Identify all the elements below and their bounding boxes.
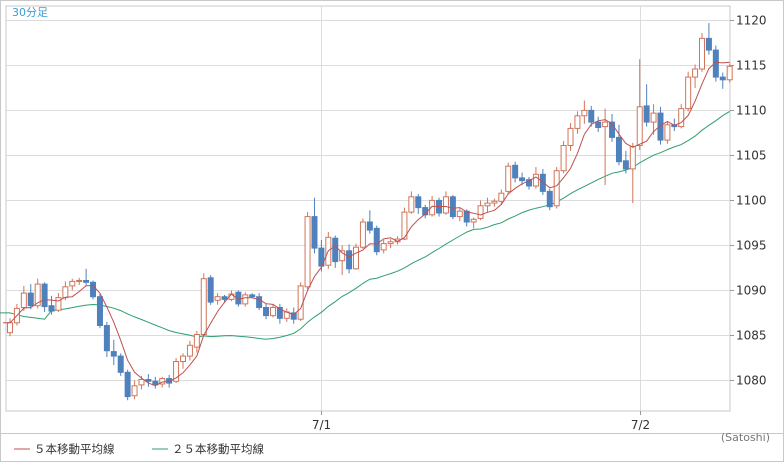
candle-body-up xyxy=(553,170,560,207)
candle-body-up xyxy=(650,112,657,123)
candle-body-up xyxy=(76,280,83,282)
candle-body-down xyxy=(415,196,422,209)
candle-body-up xyxy=(560,145,567,172)
candle-body-up xyxy=(214,296,221,301)
y-tick-label: 1100 xyxy=(736,194,767,208)
candle-body-down xyxy=(90,281,97,298)
candle-body-up xyxy=(567,127,574,146)
candle-body-up xyxy=(69,280,76,287)
credit-label: (Satoshi) xyxy=(721,431,770,444)
candle-body-up xyxy=(186,344,193,357)
plot-area xyxy=(5,5,731,412)
candle-body-up xyxy=(200,278,207,336)
candlestick-chart: 1080 1085 1090 1095 1100 1105 1110 1115 1120 7/1… xyxy=(0,0,784,462)
y-tick-label: 1080 xyxy=(736,374,767,388)
y-tick-label: 1115 xyxy=(736,59,767,73)
candle-body-up xyxy=(602,121,609,128)
candle-body-up xyxy=(699,37,705,70)
candle-body-down xyxy=(83,280,90,283)
candle-body-down xyxy=(145,379,152,382)
candle-body-up xyxy=(7,322,13,334)
candle-body-down xyxy=(546,190,553,208)
candle-body-down xyxy=(249,294,256,298)
y-tick-label: 1090 xyxy=(736,284,767,298)
candle-body-up xyxy=(574,115,581,129)
y-axis: 1080 1085 1090 1095 1100 1105 1110 1115 1120 xyxy=(730,14,767,388)
candle-body-up xyxy=(629,145,636,170)
candle-body-down xyxy=(463,210,470,223)
x-tick-label: 7/1 xyxy=(312,418,331,432)
candle-body-down xyxy=(705,37,712,51)
candle-body-down xyxy=(110,351,117,357)
candle-body-up xyxy=(685,76,692,110)
candle-body-down xyxy=(512,164,519,179)
candle-body-up xyxy=(442,196,449,214)
y-tick-label: 1120 xyxy=(736,14,767,28)
chart-container: 1080 1085 1090 1095 1100 1105 1110 1115 1120 7/1… xyxy=(0,0,784,462)
y-tick-label: 1095 xyxy=(736,239,767,253)
candle-body-up xyxy=(664,124,671,141)
candle-body-down xyxy=(41,283,48,308)
candle-body-down xyxy=(332,237,339,263)
candle-body-down xyxy=(449,196,456,218)
candle-body-up xyxy=(62,286,69,299)
candle-body-down xyxy=(256,296,263,309)
candle-body-up xyxy=(636,106,643,147)
candle-body-up xyxy=(498,192,505,202)
y-tick-label: 1105 xyxy=(736,149,767,163)
candle-body-up xyxy=(581,109,588,117)
candle-body-down xyxy=(117,355,124,373)
candle-body-down xyxy=(346,250,353,270)
candle-body-up xyxy=(353,246,359,270)
legend-ma5-label: ５本移動平均線 xyxy=(34,442,115,456)
candle-body-up xyxy=(131,385,138,397)
candle-body-down xyxy=(96,296,103,327)
candle-body-up xyxy=(408,196,415,213)
candle-body-up xyxy=(387,241,394,245)
candle-body-down xyxy=(615,136,622,163)
candle-body-up xyxy=(692,68,699,78)
candle-body-up xyxy=(505,165,512,192)
candle-body-down xyxy=(588,109,595,123)
candle-body-down xyxy=(595,121,602,128)
candle-body-down xyxy=(373,227,380,253)
candle-body-up xyxy=(180,355,186,363)
candle-body-up xyxy=(138,379,145,386)
y-tick-label: 1085 xyxy=(736,329,767,343)
candle-body-up xyxy=(470,218,477,223)
candle-body-down xyxy=(124,371,131,398)
candle-body-up xyxy=(193,334,200,348)
candle-body-down xyxy=(221,296,228,300)
y-tick-label: 1110 xyxy=(736,104,767,118)
candle-body-up xyxy=(269,307,276,317)
candle-body-up xyxy=(304,216,311,288)
legend-ma25-label: ２５本移動平均線 xyxy=(172,442,264,456)
timeframe-label: 30分足 xyxy=(12,6,48,19)
candle-body-up xyxy=(456,210,463,218)
candle-body-down xyxy=(643,105,650,123)
candle-body-down xyxy=(263,307,270,317)
candle-body-down xyxy=(103,325,110,352)
candle-body-down xyxy=(719,76,726,81)
candle-body-up xyxy=(491,200,498,204)
candle-body-up xyxy=(359,221,366,248)
candle-body-up xyxy=(726,65,733,81)
candle-body-down xyxy=(311,216,318,249)
candle-body-up xyxy=(20,292,27,309)
candle-body-down xyxy=(207,277,214,303)
candle-body-up xyxy=(380,243,387,251)
candle-body-up xyxy=(297,285,304,320)
candle-body-down xyxy=(366,221,373,231)
candle-body-up xyxy=(242,294,249,305)
candle-body-down xyxy=(622,160,629,170)
candle-body-down xyxy=(519,177,526,182)
candle-body-up xyxy=(532,173,539,187)
candle-body-up xyxy=(678,108,685,128)
candle-body-down xyxy=(48,305,55,312)
x-tick-label: 7/2 xyxy=(631,418,650,432)
candle-body-up xyxy=(477,205,484,219)
candle-body-down xyxy=(27,292,34,307)
candle-body-up xyxy=(484,202,491,207)
